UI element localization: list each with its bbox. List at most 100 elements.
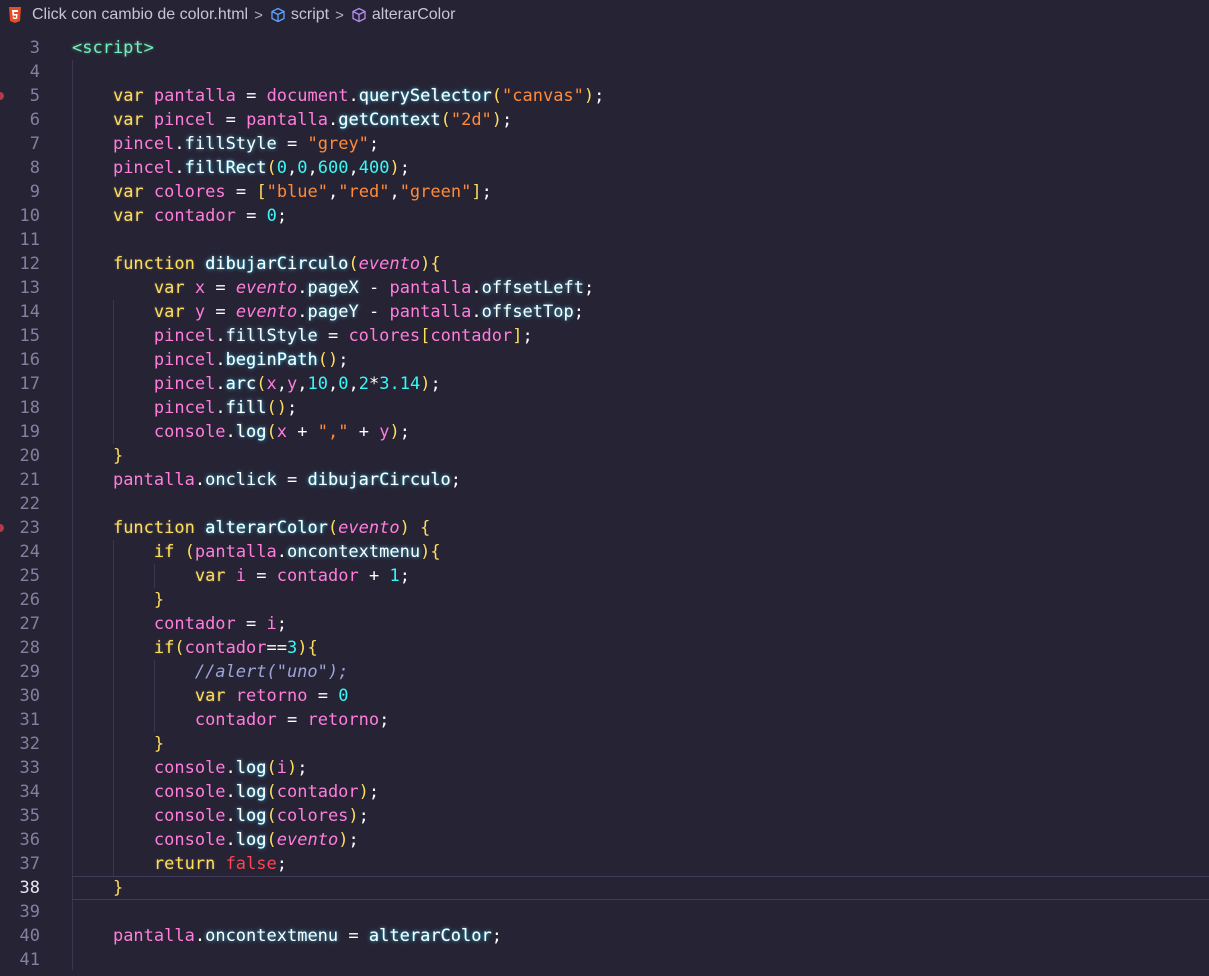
code-text[interactable]: var pincel = pantalla.getContext("2d"); — [72, 108, 512, 132]
code-line[interactable]: 19 console.log(x + "," + y); — [0, 420, 1209, 444]
code-text[interactable]: console.log(evento); — [72, 828, 359, 852]
code-text[interactable]: pantalla.oncontextmenu = alterarColor; — [72, 924, 502, 948]
code-text[interactable]: console.log(x + "," + y); — [72, 420, 410, 444]
code-line[interactable]: 40 pantalla.oncontextmenu = alterarColor… — [0, 924, 1209, 948]
code-text[interactable]: var i = contador + 1; — [72, 564, 410, 588]
code-text[interactable]: pincel.beginPath(); — [72, 348, 349, 372]
code-text[interactable]: //alert("uno"); — [72, 660, 349, 684]
breadcrumb-function[interactable]: alterarColor — [372, 6, 456, 24]
code-line[interactable]: 38 } — [0, 876, 1209, 900]
line-number: 8 — [29, 158, 40, 178]
code-text[interactable]: if(contador==3){ — [72, 636, 318, 660]
code-text[interactable]: } — [72, 732, 164, 756]
code-text[interactable]: console.log(i); — [72, 756, 308, 780]
code-line[interactable]: 6 var pincel = pantalla.getContext("2d")… — [0, 108, 1209, 132]
code-text[interactable]: pantalla.onclick = dibujarCirculo; — [72, 468, 461, 492]
line-number: 13 — [19, 278, 40, 298]
code-text[interactable]: var x = evento.pageX - pantalla.offsetLe… — [72, 276, 594, 300]
line-number: 38 — [19, 878, 40, 898]
code-line[interactable]: 39 — [0, 900, 1209, 924]
code-line[interactable]: 11 — [0, 228, 1209, 252]
code-line[interactable]: 5 var pantalla = document.querySelector(… — [0, 84, 1209, 108]
code-text[interactable]: } — [72, 588, 164, 612]
line-number: 40 — [19, 926, 40, 946]
code-line[interactable]: 34 console.log(contador); — [0, 780, 1209, 804]
current-line-highlight — [72, 876, 1209, 900]
code-line[interactable]: 4 — [0, 60, 1209, 84]
line-number: 19 — [19, 422, 40, 442]
code-text[interactable]: var contador = 0; — [72, 204, 287, 228]
code-text[interactable]: console.log(contador); — [72, 780, 379, 804]
code-line[interactable]: 18 pincel.fill(); — [0, 396, 1209, 420]
line-number: 17 — [19, 374, 40, 394]
breadcrumb-file[interactable]: Click con cambio de color.html — [32, 6, 248, 24]
line-number: 35 — [19, 806, 40, 826]
line-number: 23 — [19, 518, 40, 538]
code-text[interactable]: function alterarColor(evento) { — [72, 516, 430, 540]
line-number: 21 — [19, 470, 40, 490]
code-text[interactable]: function dibujarCirculo(evento){ — [72, 252, 441, 276]
code-line[interactable]: 32 } — [0, 732, 1209, 756]
code-line[interactable]: 22 — [0, 492, 1209, 516]
code-text[interactable]: console.log(colores); — [72, 804, 369, 828]
code-text[interactable]: var pantalla = document.querySelector("c… — [72, 84, 604, 108]
code-text[interactable]: if (pantalla.oncontextmenu){ — [72, 540, 441, 564]
line-number: 27 — [19, 614, 40, 634]
code-text[interactable]: } — [72, 876, 123, 900]
code-line[interactable]: 37 return false; — [0, 852, 1209, 876]
code-line[interactable]: 13 var x = evento.pageX - pantalla.offse… — [0, 276, 1209, 300]
code-line[interactable]: 17 pincel.arc(x,y,10,0,2*3.14); — [0, 372, 1209, 396]
code-line[interactable]: 35 console.log(colores); — [0, 804, 1209, 828]
code-text[interactable]: } — [72, 444, 123, 468]
code-text[interactable]: contador = i; — [72, 612, 287, 636]
code-line[interactable]: 29 //alert("uno"); — [0, 660, 1209, 684]
code-line[interactable]: 16 pincel.beginPath(); — [0, 348, 1209, 372]
code-text[interactable]: pincel.fillStyle = colores[contador]; — [72, 324, 533, 348]
code-line[interactable]: 12 function dibujarCirculo(evento){ — [0, 252, 1209, 276]
code-line[interactable]: 36 console.log(evento); — [0, 828, 1209, 852]
line-number: 12 — [19, 254, 40, 274]
code-line[interactable]: 24 if (pantalla.oncontextmenu){ — [0, 540, 1209, 564]
code-text[interactable]: var retorno = 0 — [72, 684, 349, 708]
code-line[interactable]: 23 function alterarColor(evento) { — [0, 516, 1209, 540]
code-text[interactable]: pincel.fill(); — [72, 396, 297, 420]
code-text[interactable]: var colores = ["blue","red","green"]; — [72, 180, 492, 204]
code-line[interactable]: 33 console.log(i); — [0, 756, 1209, 780]
line-number: 41 — [19, 950, 40, 970]
code-line[interactable]: 31 contador = retorno; — [0, 708, 1209, 732]
code-line[interactable]: 14 var y = evento.pageY - pantalla.offse… — [0, 300, 1209, 324]
html5-file-icon — [9, 7, 21, 23]
line-number: 3 — [29, 38, 40, 58]
line-number: 20 — [19, 446, 40, 466]
code-line[interactable]: 26 } — [0, 588, 1209, 612]
line-number: 32 — [19, 734, 40, 754]
code-line[interactable]: 15 pincel.fillStyle = colores[contador]; — [0, 324, 1209, 348]
code-text[interactable]: return false; — [72, 852, 287, 876]
code-line[interactable]: 41 — [0, 948, 1209, 972]
chevron-right-icon: > — [335, 6, 344, 24]
code-text[interactable]: pincel.fillStyle = "grey"; — [72, 132, 379, 156]
code-line[interactable]: 30 var retorno = 0 — [0, 684, 1209, 708]
chevron-right-icon: > — [254, 6, 263, 24]
code-line[interactable]: 7 pincel.fillStyle = "grey"; — [0, 132, 1209, 156]
code-line[interactable]: 10 var contador = 0; — [0, 204, 1209, 228]
code-line[interactable]: 27 contador = i; — [0, 612, 1209, 636]
line-number: 37 — [19, 854, 40, 874]
line-number: 15 — [19, 326, 40, 346]
code-line[interactable]: 3 <script> — [0, 36, 1209, 60]
code-line[interactable]: 21 pantalla.onclick = dibujarCirculo; — [0, 468, 1209, 492]
code-text[interactable]: pincel.arc(x,y,10,0,2*3.14); — [72, 372, 441, 396]
code-line[interactable]: 28 if(contador==3){ — [0, 636, 1209, 660]
code-editor[interactable]: 3 <script> 4 5 var pantalla = document.quer… — [0, 36, 1209, 976]
line-number: 4 — [29, 62, 40, 82]
code-text[interactable]: var y = evento.pageY - pantalla.offsetTo… — [72, 300, 584, 324]
code-text[interactable]: contador = retorno; — [72, 708, 390, 732]
code-line[interactable]: 9 var colores = ["blue","red","green"]; — [0, 180, 1209, 204]
code-line[interactable]: 20 } — [0, 444, 1209, 468]
breadcrumb-script[interactable]: script — [291, 6, 329, 24]
code-text[interactable]: pincel.fillRect(0,0,600,400); — [72, 156, 410, 180]
line-number: 31 — [19, 710, 40, 730]
code-line[interactable]: 8 pincel.fillRect(0,0,600,400); — [0, 156, 1209, 180]
code-text[interactable]: <script> — [72, 36, 154, 60]
code-line[interactable]: 25 var i = contador + 1; — [0, 564, 1209, 588]
